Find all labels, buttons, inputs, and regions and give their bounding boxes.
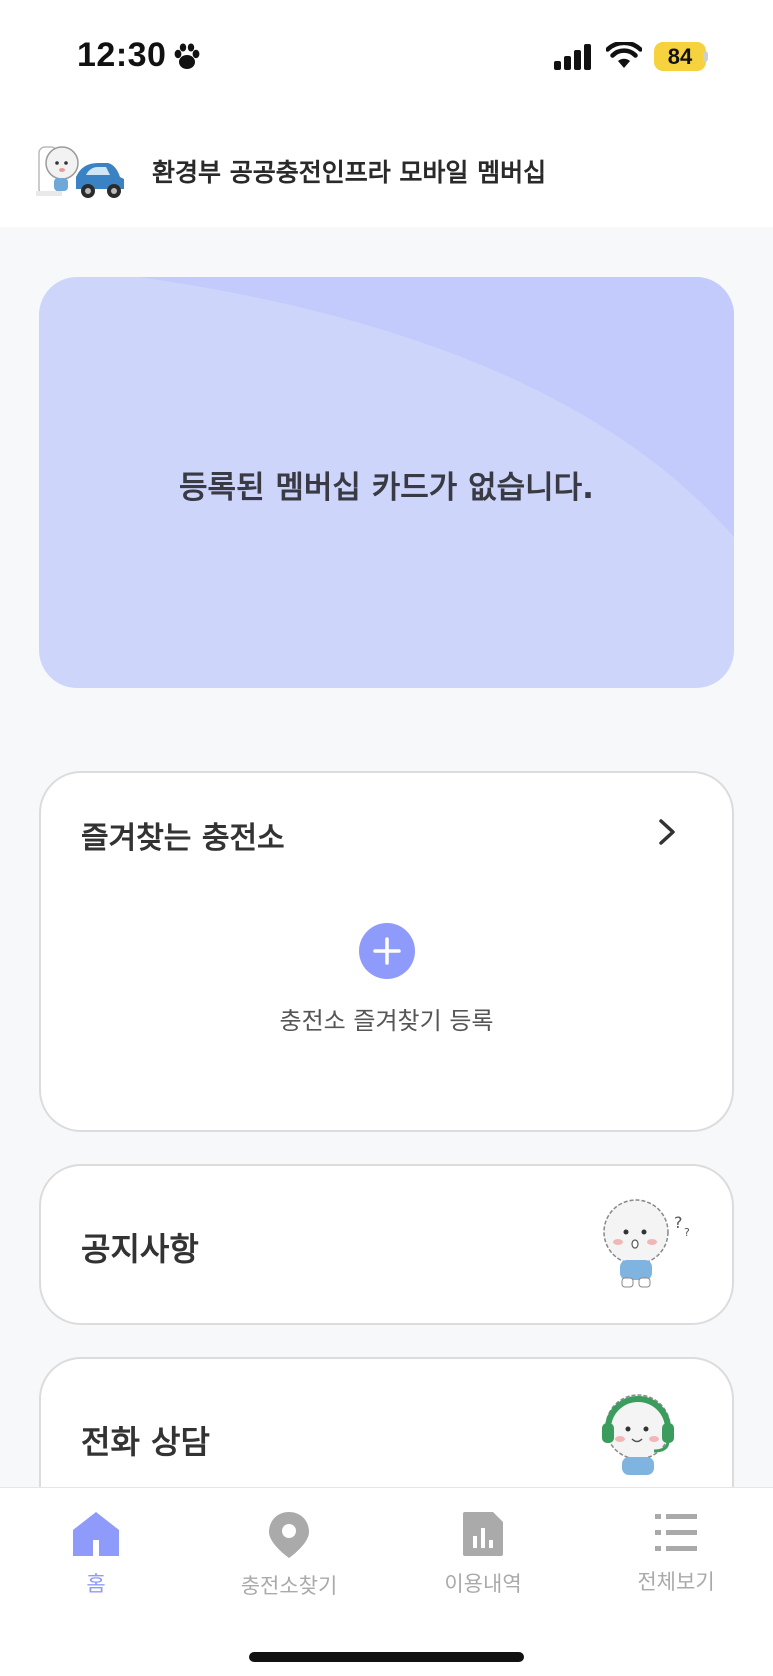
plus-icon (373, 937, 401, 965)
nav-usage-history[interactable]: 이용내역 (413, 1510, 553, 1610)
favorite-stations-panel: 즐겨찾는 충전소 충전소 즐겨찾기 등록 (39, 771, 734, 1132)
mascot-thinking-icon: ? ? (603, 1199, 690, 1288)
paw-icon (174, 43, 200, 69)
location-pin-icon (269, 1512, 309, 1558)
bar-chart-icon (463, 1512, 503, 1556)
nav-view-all-label: 전체보기 (637, 1570, 715, 1594)
app-title: 환경부 공공충전인프라 모바일 멤버십 (152, 158, 547, 187)
nav-find-station-label: 충전소찾기 (240, 1574, 338, 1598)
status-time: 12:30 (77, 36, 167, 74)
wifi-icon (606, 42, 642, 68)
mascot-car-logo-icon (36, 146, 124, 198)
nav-view-all[interactable]: 전체보기 (606, 1510, 746, 1610)
signal-icon (554, 44, 591, 70)
battery-icon: 84 (654, 42, 706, 71)
bottom-nav: 홈 충전소찾기 이용내역 전체보기 (0, 1487, 773, 1676)
battery-tip (703, 51, 708, 62)
chevron-right-icon[interactable] (655, 817, 679, 847)
favorite-stations-title[interactable]: 즐겨찾는 충전소 (81, 813, 285, 857)
notice-panel[interactable]: 공지사항 ? ? (39, 1164, 734, 1325)
nav-usage-history-label: 이용내역 (444, 1572, 522, 1596)
no-card-message: 등록된 멤버십 카드가 없습니다. (179, 470, 594, 506)
svg-text:?: ? (674, 1213, 683, 1232)
phone-consult-title: 전화 상담 (81, 1423, 210, 1461)
nav-home[interactable]: 홈 (26, 1510, 166, 1610)
mascot-headset-icon (602, 1394, 674, 1475)
home-indicator[interactable] (249, 1652, 524, 1662)
notice-title: 공지사항 (81, 1230, 199, 1268)
add-favorite-label[interactable]: 충전소 즐겨찾기 등록 (41, 1001, 732, 1036)
status-bar: 12:30 84 (0, 0, 773, 115)
list-icon (655, 1514, 697, 1551)
nav-find-station[interactable]: 충전소찾기 (219, 1510, 359, 1610)
home-icon (73, 1512, 119, 1556)
membership-card[interactable]: 등록된 멤버십 카드가 없습니다. (39, 277, 734, 688)
nav-home-label: 홈 (86, 1572, 106, 1596)
add-favorite-button[interactable] (359, 923, 415, 979)
svg-text:?: ? (684, 1226, 690, 1239)
app-header: 환경부 공공충전인프라 모바일 멤버십 (0, 115, 773, 227)
